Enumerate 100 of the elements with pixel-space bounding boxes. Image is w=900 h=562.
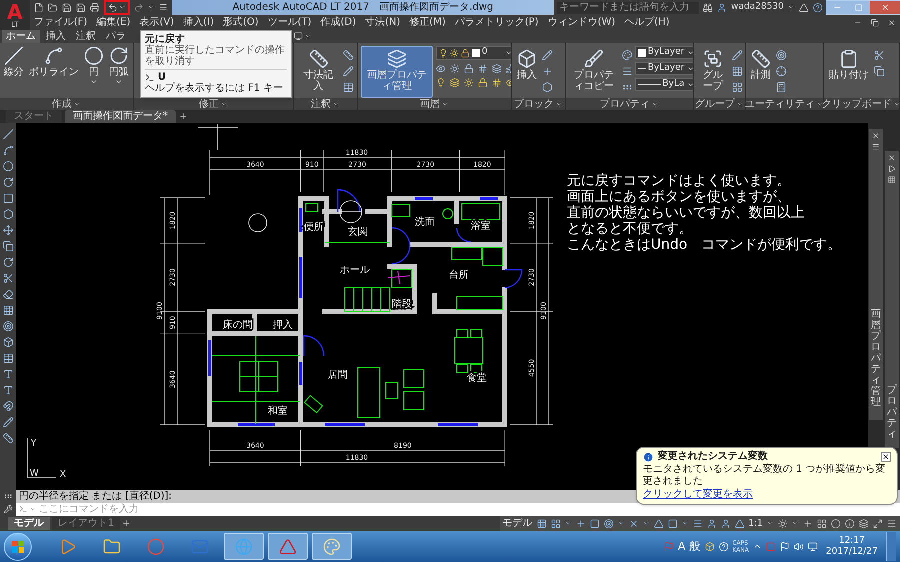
lock-icon[interactable] xyxy=(461,48,470,58)
search-field[interactable]: キーワードまたは語句を入力 xyxy=(557,2,700,14)
ime-indicator[interactable]: 般 xyxy=(690,540,701,552)
group-edit-icon[interactable] xyxy=(732,50,743,61)
wrench-icon[interactable] xyxy=(4,505,12,514)
ungroup-icon[interactable] xyxy=(732,66,743,77)
snap-grid-icon[interactable] xyxy=(550,518,561,528)
caret-icon[interactable] xyxy=(148,4,155,11)
grip-icon[interactable] xyxy=(4,492,12,501)
arc-icon[interactable] xyxy=(109,46,129,66)
hatch-icon[interactable] xyxy=(2,305,14,316)
ribbon-button[interactable]: 円弧 xyxy=(108,46,130,78)
save-icon[interactable] xyxy=(62,2,72,12)
point-icon[interactable] xyxy=(2,321,14,332)
caret-icon[interactable] xyxy=(556,100,563,108)
new-tab-icon[interactable] xyxy=(179,112,188,121)
customize-icon[interactable] xyxy=(159,3,168,12)
calculator-icon[interactable] xyxy=(776,82,787,93)
ribbon-button[interactable]: 貼り付け xyxy=(826,46,872,98)
redo-icon[interactable] xyxy=(134,2,144,12)
ribbon-button[interactable]: 円 xyxy=(83,46,105,78)
ribbon-button[interactable]: 寸法記入 xyxy=(297,46,340,98)
caret-icon[interactable] xyxy=(90,78,98,86)
multiline-text-icon[interactable] xyxy=(2,385,14,396)
ribbon-tab[interactable]: ホーム xyxy=(2,30,40,43)
rotate-icon[interactable] xyxy=(2,257,14,268)
scale-selector[interactable]: 1:1 xyxy=(748,518,763,530)
menu-item[interactable]: 表示(V) xyxy=(140,16,174,28)
restore-icon[interactable] xyxy=(871,18,879,26)
flag-icon[interactable] xyxy=(780,542,790,552)
polar-icon[interactable] xyxy=(604,518,614,528)
menu-item[interactable]: ファイル(F) xyxy=(34,16,88,28)
grid-icon[interactable] xyxy=(888,176,896,184)
panel-title[interactable]: 作成 xyxy=(52,98,72,110)
menu-item[interactable]: パラメトリック(P) xyxy=(454,16,539,28)
show-hidden-icon[interactable] xyxy=(753,542,762,551)
folder-icon[interactable] xyxy=(103,538,121,556)
erase-icon[interactable] xyxy=(2,289,14,300)
attribute-icon[interactable] xyxy=(542,82,553,93)
move-icon[interactable] xyxy=(2,225,14,236)
annotation-scale-icon[interactable] xyxy=(720,518,731,528)
layout-tab[interactable]: モデル xyxy=(8,517,50,530)
point-icon[interactable] xyxy=(776,50,787,61)
user-name[interactable]: wada28530 xyxy=(731,0,784,14)
annotation-visibility-icon[interactable] xyxy=(734,518,745,528)
object-snap-icon[interactable] xyxy=(654,518,664,528)
caret-icon[interactable] xyxy=(221,100,228,108)
caret-icon[interactable] xyxy=(682,520,689,527)
caret-icon[interactable] xyxy=(767,520,774,527)
ribbon-button[interactable]: 線分 xyxy=(3,46,25,78)
snap-tracking-icon[interactable] xyxy=(668,518,678,528)
crosshair-icon[interactable] xyxy=(776,66,787,77)
caret-icon[interactable] xyxy=(74,100,81,108)
copy-icon[interactable] xyxy=(2,241,14,252)
caret-icon[interactable] xyxy=(894,100,900,108)
save-as-icon[interactable] xyxy=(76,2,86,12)
caret-icon[interactable] xyxy=(119,4,126,11)
sun-icon[interactable] xyxy=(450,48,459,58)
tool-icon[interactable] xyxy=(584,49,604,69)
infer-icon[interactable] xyxy=(576,518,586,528)
caret-icon[interactable] xyxy=(564,520,572,527)
lineweight-icon[interactable] xyxy=(622,66,633,77)
rectangle-icon[interactable] xyxy=(2,193,14,204)
units-icon[interactable] xyxy=(817,518,827,528)
volume-icon[interactable] xyxy=(794,542,804,552)
group-select-icon[interactable] xyxy=(732,82,743,93)
palette-strip[interactable]: プロパティ xyxy=(885,151,899,448)
print-icon[interactable] xyxy=(90,2,100,12)
menu-item[interactable]: 修正(M) xyxy=(410,16,446,28)
ime-indicator[interactable]: A xyxy=(678,540,686,552)
color-wheel-icon[interactable] xyxy=(622,50,633,61)
lightbulb-icon[interactable] xyxy=(439,48,448,58)
customize-icon[interactable] xyxy=(887,518,897,528)
grid-icon[interactable] xyxy=(536,518,547,528)
caret-icon[interactable] xyxy=(817,100,824,108)
ribbon-button[interactable]: ポリライン xyxy=(28,46,80,78)
line-icon[interactable] xyxy=(4,46,24,66)
menu-item[interactable]: 形式(O) xyxy=(223,16,259,28)
menu-item[interactable]: 編集(E) xyxy=(96,16,131,28)
linetype-dropdown[interactable]: ByLayer xyxy=(635,62,693,75)
caret-icon[interactable] xyxy=(737,100,744,108)
file-tab[interactable]: 画面操作図面データ* xyxy=(65,110,176,123)
undo-icon[interactable] xyxy=(108,2,118,12)
caret-icon[interactable] xyxy=(505,49,511,57)
menu-item[interactable]: ツール(T) xyxy=(268,16,312,28)
binoculars-icon[interactable] xyxy=(703,2,714,12)
menu-icon[interactable] xyxy=(872,143,880,151)
block-edit-icon[interactable] xyxy=(542,50,553,61)
isometric-icon[interactable] xyxy=(628,518,639,528)
panel-view-icon[interactable] xyxy=(294,32,303,41)
caret-icon[interactable] xyxy=(618,520,625,527)
palette-title[interactable]: プロパティ xyxy=(887,385,897,440)
new-file-icon[interactable] xyxy=(34,2,44,12)
ribbon-tab[interactable]: 挿入 xyxy=(42,30,70,43)
caret-icon[interactable] xyxy=(115,78,123,86)
clock-time[interactable]: 12:17 xyxy=(839,536,866,546)
play-icon[interactable] xyxy=(59,538,77,556)
ortho-icon[interactable] xyxy=(590,518,600,528)
system-variable-icon[interactable] xyxy=(845,518,855,528)
tool-icon[interactable] xyxy=(703,49,723,69)
